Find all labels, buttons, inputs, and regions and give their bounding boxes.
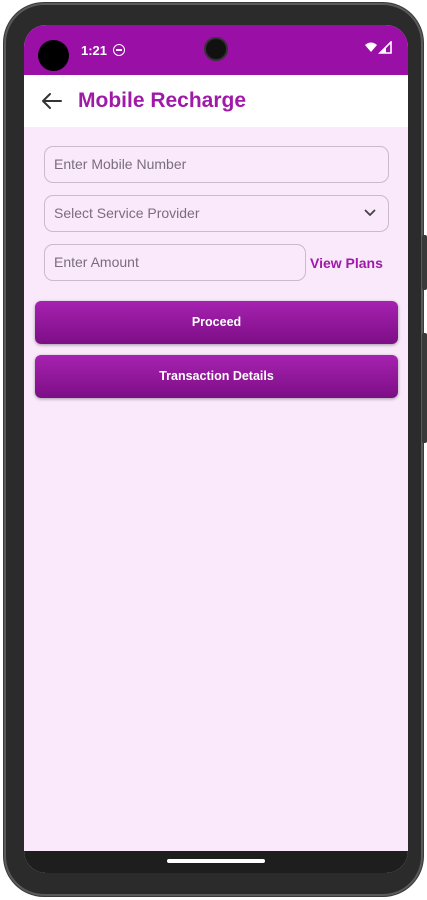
mobile-number-placeholder: Enter Mobile Number xyxy=(54,156,187,172)
page-title: Mobile Recharge xyxy=(78,89,247,112)
dnd-icon xyxy=(113,44,125,56)
wifi-icon xyxy=(365,42,377,52)
proceed-button[interactable]: Proceed xyxy=(35,301,398,344)
service-provider-placeholder: Select Service Provider xyxy=(54,205,200,221)
app-bar: Mobile Recharge xyxy=(24,75,408,127)
transaction-details-button[interactable]: Transaction Details xyxy=(35,355,398,398)
status-icons xyxy=(364,40,394,60)
camera-punch-hole xyxy=(206,39,226,59)
phone-frame: 1:21 Mobile Recharge Enter Mobile Number… xyxy=(4,3,427,896)
front-camera xyxy=(38,40,69,71)
amount-field[interactable]: Enter Amount xyxy=(44,244,306,281)
screen: 1:21 Mobile Recharge Enter Mobile Number… xyxy=(24,25,408,873)
service-provider-select[interactable]: Select Service Provider xyxy=(44,195,389,232)
power-button xyxy=(422,333,427,443)
home-indicator[interactable] xyxy=(167,859,265,863)
mobile-number-field[interactable]: Enter Mobile Number xyxy=(44,146,389,183)
amount-placeholder: Enter Amount xyxy=(54,254,139,270)
view-plans-link[interactable]: View Plans xyxy=(310,255,383,271)
volume-button xyxy=(422,235,427,290)
navigation-bar xyxy=(24,851,408,873)
status-time: 1:21 xyxy=(81,43,108,58)
arrow-left-icon[interactable] xyxy=(40,89,64,113)
status-bar: 1:21 xyxy=(24,25,408,75)
chevron-down-icon xyxy=(364,209,376,216)
